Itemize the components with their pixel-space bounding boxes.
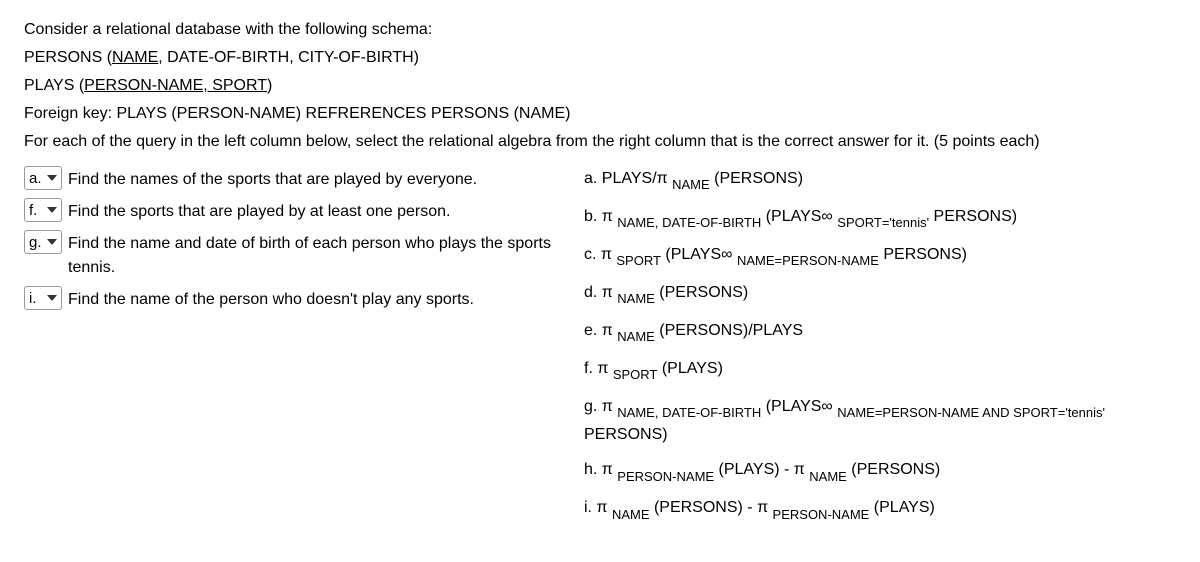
- questions-column: a. Find the names of the sports that are…: [24, 166, 564, 533]
- question-3-selected: g.: [29, 234, 42, 251]
- question-3-dropdown[interactable]: g.: [24, 230, 62, 254]
- question-1-row: a. Find the names of the sports that are…: [24, 166, 564, 192]
- option-f-text: f. π SPORT (PLAYS): [584, 360, 723, 377]
- options-column: a. PLAYS/π NAME (PERSONS) b. π NAME, DAT…: [584, 166, 1176, 533]
- option-a-text: a. PLAYS/π NAME (PERSONS): [584, 170, 803, 187]
- question-3-row: g. Find the name and date of birth of ea…: [24, 230, 564, 280]
- question-2-row: f. Find the sports that are played by at…: [24, 198, 564, 224]
- option-i: i. π NAME (PERSONS) - π PERSON-NAME (PLA…: [584, 495, 1176, 523]
- foreign-key-line: Foreign key: PLAYS (PERSON-NAME) REFRERE…: [24, 102, 1176, 126]
- question-4-row: i. Find the name of the person who doesn…: [24, 286, 564, 312]
- option-f: f. π SPORT (PLAYS): [584, 356, 1176, 384]
- option-d-text: d. π NAME (PERSONS): [584, 284, 748, 301]
- question-2-text: Find the sports that are played by at le…: [68, 198, 450, 224]
- plays-prefix: PLAYS (: [24, 77, 84, 94]
- persons-key: NAME: [112, 49, 158, 66]
- question-1-selected: a.: [29, 170, 42, 187]
- option-g-text: g. π NAME, DATE-OF-BIRTH (PLAYS∞ NAME=PE…: [584, 398, 1105, 443]
- option-h-text: h. π PERSON-NAME (PLAYS) - π NAME (PERSO…: [584, 461, 940, 478]
- question-4-text: Find the name of the person who doesn't …: [68, 286, 474, 312]
- intro-line-1: Consider a relational database with the …: [24, 18, 1176, 42]
- chevron-down-icon: [47, 175, 57, 181]
- option-b-text: b. π NAME, DATE-OF-BIRTH (PLAYS∞ SPORT='…: [584, 208, 1017, 225]
- option-a: a. PLAYS/π NAME (PERSONS): [584, 166, 1176, 194]
- option-b: b. π NAME, DATE-OF-BIRTH (PLAYS∞ SPORT='…: [584, 204, 1176, 232]
- instructions-line: For each of the query in the left column…: [24, 130, 1176, 154]
- option-h: h. π PERSON-NAME (PLAYS) - π NAME (PERSO…: [584, 457, 1176, 485]
- plays-rest: ): [267, 77, 272, 94]
- option-c-text: c. π SPORT (PLAYS∞ NAME=PERSON-NAME PERS…: [584, 246, 967, 263]
- persons-prefix: PERSONS (: [24, 49, 112, 66]
- option-e: e. π NAME (PERSONS)/PLAYS: [584, 318, 1176, 346]
- schema-plays: PLAYS (PERSON-NAME, SPORT): [24, 74, 1176, 98]
- chevron-down-icon: [47, 239, 57, 245]
- option-c: c. π SPORT (PLAYS∞ NAME=PERSON-NAME PERS…: [584, 242, 1176, 270]
- chevron-down-icon: [47, 207, 57, 213]
- option-e-text: e. π NAME (PERSONS)/PLAYS: [584, 322, 803, 339]
- question-1-text: Find the names of the sports that are pl…: [68, 166, 477, 192]
- option-i-text: i. π NAME (PERSONS) - π PERSON-NAME (PLA…: [584, 499, 935, 516]
- question-4-dropdown[interactable]: i.: [24, 286, 62, 310]
- persons-rest: , DATE-OF-BIRTH, CITY-OF-BIRTH): [158, 49, 419, 66]
- question-2-dropdown[interactable]: f.: [24, 198, 62, 222]
- question-2-selected: f.: [29, 202, 37, 219]
- question-4-selected: i.: [29, 290, 37, 307]
- content-wrapper: a. Find the names of the sports that are…: [24, 166, 1176, 533]
- option-d: d. π NAME (PERSONS): [584, 280, 1176, 308]
- plays-key: PERSON-NAME, SPORT: [84, 77, 267, 94]
- option-g: g. π NAME, DATE-OF-BIRTH (PLAYS∞ NAME=PE…: [584, 394, 1176, 448]
- question-3-text: Find the name and date of birth of each …: [68, 230, 564, 280]
- question-1-dropdown[interactable]: a.: [24, 166, 62, 190]
- chevron-down-icon: [47, 295, 57, 301]
- schema-persons: PERSONS (NAME, DATE-OF-BIRTH, CITY-OF-BI…: [24, 46, 1176, 70]
